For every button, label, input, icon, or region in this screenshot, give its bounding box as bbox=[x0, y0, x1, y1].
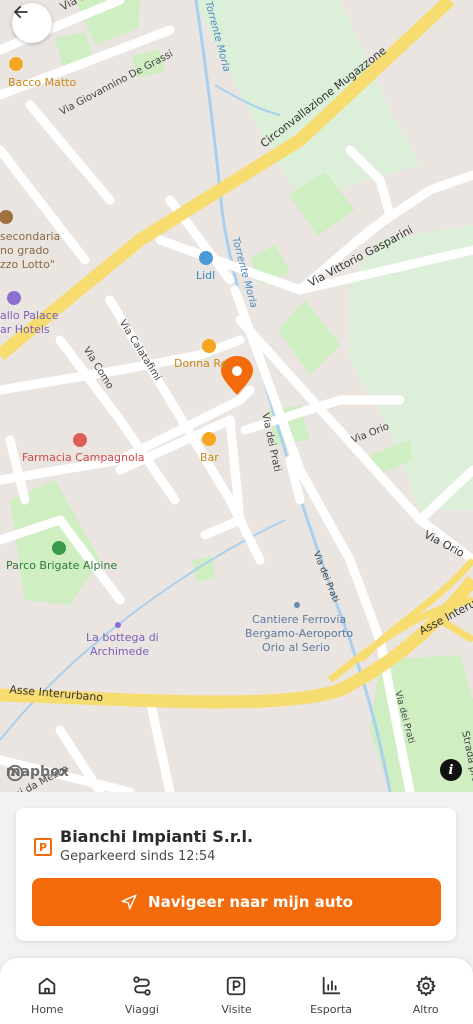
mapbox-attribution[interactable]: mapbox bbox=[6, 764, 69, 782]
poi-label: Bergamo-Aeroporto bbox=[245, 627, 354, 640]
poi-label: Orio al Serio bbox=[262, 641, 330, 654]
nav-visite[interactable]: Visite bbox=[196, 958, 276, 1016]
poi-label: Archimede bbox=[90, 645, 150, 658]
poi-label[interactable]: Lidl bbox=[196, 269, 215, 282]
gear-icon bbox=[416, 975, 436, 997]
parked-since-text: Geparkeerd sinds 12:54 bbox=[60, 849, 216, 864]
nav-label: Esporta bbox=[310, 1003, 353, 1016]
nav-label: Altro bbox=[412, 1003, 439, 1016]
poi-label[interactable]: Bacco Matto bbox=[8, 76, 76, 89]
bottom-navigation: Home Viaggi Visite Esporta Altro bbox=[0, 958, 473, 1024]
nav-viaggi[interactable]: Viaggi bbox=[102, 958, 182, 1016]
poi-label: ar Hotels bbox=[0, 323, 50, 336]
navigation-arrow-icon bbox=[121, 894, 137, 910]
nav-label: Viaggi bbox=[124, 1003, 159, 1016]
poi-label: no grado bbox=[0, 244, 50, 257]
route-icon bbox=[133, 976, 151, 996]
poi-label: Cantiere Ferrovia bbox=[252, 613, 347, 626]
map-canvas[interactable] bbox=[0, 0, 473, 792]
info-icon: i bbox=[448, 762, 454, 778]
poi-label[interactable]: Parco Brigate Alpine bbox=[6, 559, 117, 572]
parking-icon: P bbox=[34, 838, 52, 856]
bar-chart-icon bbox=[322, 976, 341, 995]
arrow-left-icon bbox=[14, 5, 28, 19]
parking-location-title: Bianchi Impianti S.r.l. bbox=[60, 827, 254, 846]
poi-label: La bottega di bbox=[86, 631, 159, 644]
nav-label: Home bbox=[31, 1003, 64, 1016]
poi-label[interactable]: Farmacia Campagnola bbox=[22, 451, 145, 464]
nav-esporta[interactable]: Esporta bbox=[291, 958, 371, 1016]
home-icon bbox=[39, 977, 56, 995]
map-view[interactable]: Via Fe Via Giovannino De Grassi Circonva… bbox=[0, 0, 473, 792]
parking-card: P Bianchi Impianti S.r.l. Geparkeerd sin… bbox=[16, 808, 456, 941]
back-button[interactable] bbox=[12, 3, 52, 43]
poi-label[interactable]: Donna Re bbox=[174, 357, 227, 370]
map-info-button[interactable]: i bbox=[440, 759, 462, 781]
parking-icon bbox=[227, 976, 246, 996]
mapbox-logo-icon bbox=[6, 764, 24, 782]
poi-label[interactable]: Bar bbox=[200, 451, 219, 464]
nav-label: Visite bbox=[221, 1003, 252, 1016]
poi-label: secondaria bbox=[0, 230, 61, 243]
navigate-label: Navigeer naar mijn auto bbox=[148, 893, 353, 911]
navigate-to-car-button[interactable]: Navigeer naar mijn auto bbox=[32, 878, 441, 926]
nav-home[interactable]: Home bbox=[7, 958, 87, 1016]
poi-label: allo Palace bbox=[0, 309, 59, 322]
nav-altro[interactable]: Altro bbox=[386, 958, 466, 1016]
poi-label: zzo Lotto" bbox=[0, 258, 55, 271]
